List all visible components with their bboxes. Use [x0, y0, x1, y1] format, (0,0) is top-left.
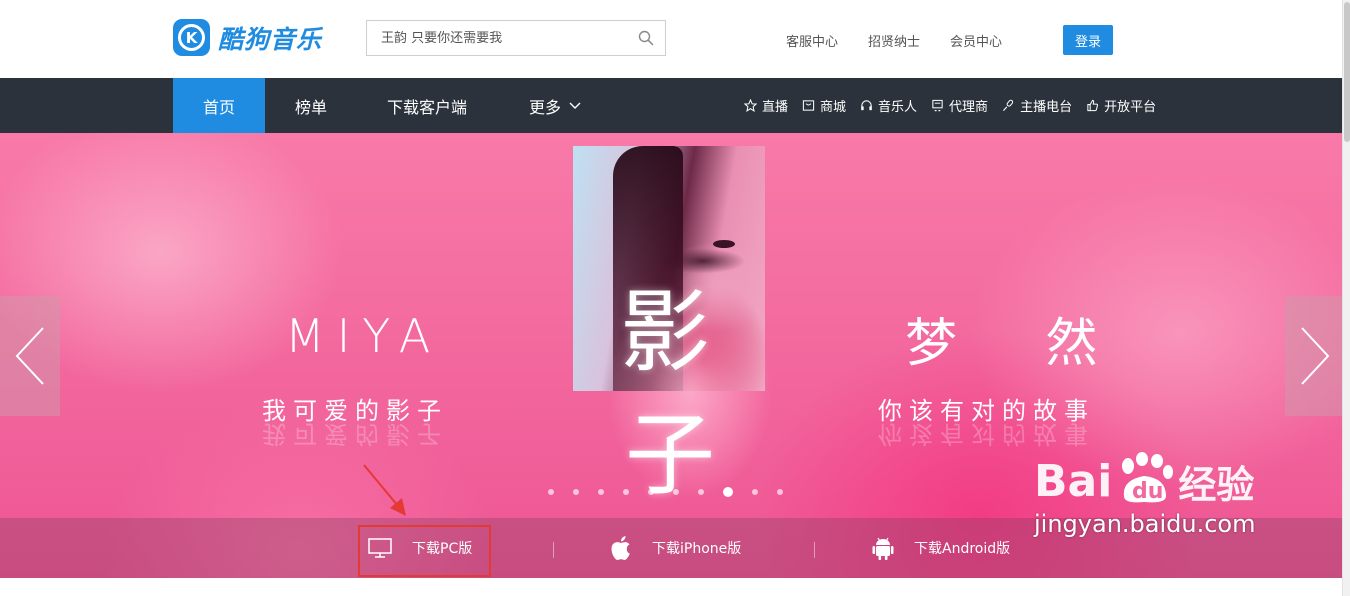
nav-link-open-platform[interactable]: 开放平台: [1086, 96, 1156, 115]
watermark-brand: 经验: [1178, 463, 1255, 507]
logo-text: 酷狗音乐: [218, 24, 323, 54]
photo-eye: [713, 240, 735, 248]
top-link-jobs[interactable]: 招贤纳士: [868, 31, 920, 50]
logo[interactable]: K 酷狗音乐: [173, 19, 322, 56]
banner-left-subtitle-reflection: 我可爱的影子: [262, 420, 448, 448]
nav-link-radio[interactable]: 主播电台: [1002, 96, 1072, 115]
annotation-arrow-icon: [363, 464, 406, 516]
carousel-dot[interactable]: [623, 489, 629, 495]
carousel-prev-button[interactable]: [0, 296, 60, 416]
nav-item-charts[interactable]: 榜单: [265, 78, 357, 133]
mall-icon: [802, 100, 815, 111]
top-links: 客服中心 招贤纳士 会员中心: [786, 31, 1002, 50]
star-icon: [744, 99, 757, 112]
scrollbar[interactable]: [1342, 0, 1350, 596]
carousel-dot[interactable]: [598, 489, 604, 495]
nav-item-download-client[interactable]: 下载客户端: [357, 78, 497, 133]
nav-link-label: 主播电台: [1020, 100, 1073, 115]
nav-item-more[interactable]: 更多: [497, 78, 613, 133]
monitor-icon: [368, 538, 392, 558]
carousel-dot[interactable]: [648, 489, 654, 495]
scrollbar-thumb[interactable]: [1344, 2, 1350, 142]
android-icon: [872, 537, 894, 560]
watermark-brand: Bai: [1034, 456, 1113, 507]
watermark-paw-text: du: [1132, 479, 1163, 504]
thumbs-up-icon: [1087, 99, 1099, 112]
header: K 酷狗音乐 客服中心 招贤纳士 会员中心 登录: [0, 0, 1342, 78]
watermark-logo: Bai du 经验: [1034, 452, 1255, 504]
carousel-dot[interactable]: [723, 487, 733, 497]
paw-icon: du: [1114, 452, 1176, 504]
nav-link-label: 音乐人: [878, 100, 918, 115]
nav-label: 首页: [202, 97, 235, 117]
top-link-service[interactable]: 客服中心: [786, 31, 838, 50]
carousel-dot[interactable]: [673, 489, 679, 495]
page-footer-edge: [0, 578, 1342, 596]
carousel-dot[interactable]: [548, 489, 554, 495]
search-icon[interactable]: [638, 30, 654, 46]
chevron-left-icon: [15, 327, 44, 385]
download-label: 下载iPhone版: [652, 541, 742, 557]
banner-left-title: MIYA: [285, 309, 443, 363]
carousel-dot[interactable]: [698, 489, 704, 495]
nav-label: 榜单: [294, 97, 327, 117]
nav-link-agent[interactable]: 代理商: [931, 96, 988, 115]
agent-icon: [932, 99, 943, 112]
chevron-right-icon: [1301, 327, 1330, 385]
main-nav: 首页 榜单 下载客户端 更多 直播 商城 音乐人 代理商 主播电台 开放平台: [0, 78, 1342, 133]
watermark-url: jingyan.baidu.com: [1034, 510, 1256, 538]
nav-link-live[interactable]: 直播: [744, 96, 788, 115]
banner-right-subtitle-reflection: 你该有对的故事: [878, 420, 1095, 448]
logo-letter: K: [178, 24, 205, 51]
carousel-dot[interactable]: [573, 489, 579, 495]
nav-link-label: 代理商: [949, 100, 989, 115]
carousel-dot[interactable]: [777, 489, 783, 495]
banner-center-char-1: 影: [620, 280, 710, 385]
download-label: 下载Android版: [914, 541, 1011, 557]
nav-item-home[interactable]: 首页: [173, 78, 265, 133]
chevron-down-icon: [569, 102, 581, 109]
login-button[interactable]: 登录: [1063, 25, 1113, 55]
baidu-jingyan-watermark: Bai du 经验 jingyan.baidu.com: [1034, 452, 1255, 538]
search-box: [366, 20, 666, 56]
search-input[interactable]: [367, 21, 627, 55]
nav-link-label: 开放平台: [1104, 100, 1157, 115]
banner-right-title: 梦 然: [905, 314, 1134, 374]
top-link-vip[interactable]: 会员中心: [950, 31, 1002, 50]
carousel-next-button[interactable]: [1285, 296, 1342, 416]
page: K 酷狗音乐 客服中心 招贤纳士 会员中心 登录 首页 榜单 下载客户端 更多: [0, 0, 1350, 596]
nav-link-label: 商城: [820, 100, 847, 115]
kugou-logo-icon: K: [173, 19, 210, 56]
nav-label: 更多: [528, 97, 561, 117]
nav-link-label: 直播: [762, 100, 789, 115]
divider: [814, 542, 815, 558]
carousel-dot[interactable]: [752, 489, 758, 495]
nav-left: 首页 榜单 下载客户端 更多: [173, 78, 613, 133]
apple-icon: [611, 536, 630, 561]
nav-link-musician[interactable]: 音乐人: [860, 96, 917, 115]
carousel-dots: [548, 487, 783, 497]
headphones-icon: [861, 100, 872, 111]
divider: [553, 542, 554, 558]
download-android-button[interactable]: 下载Android版: [872, 518, 1010, 578]
download-iphone-button[interactable]: 下载iPhone版: [610, 518, 741, 578]
download-label: 下载PC版: [412, 541, 473, 557]
mic-icon: [1003, 99, 1014, 111]
nav-label: 下载客户端: [386, 97, 467, 117]
download-pc-button[interactable]: 下载PC版: [368, 518, 472, 578]
nav-link-mall[interactable]: 商城: [802, 96, 846, 115]
nav-right: 直播 商城 音乐人 代理商 主播电台 开放平台: [744, 78, 1156, 133]
